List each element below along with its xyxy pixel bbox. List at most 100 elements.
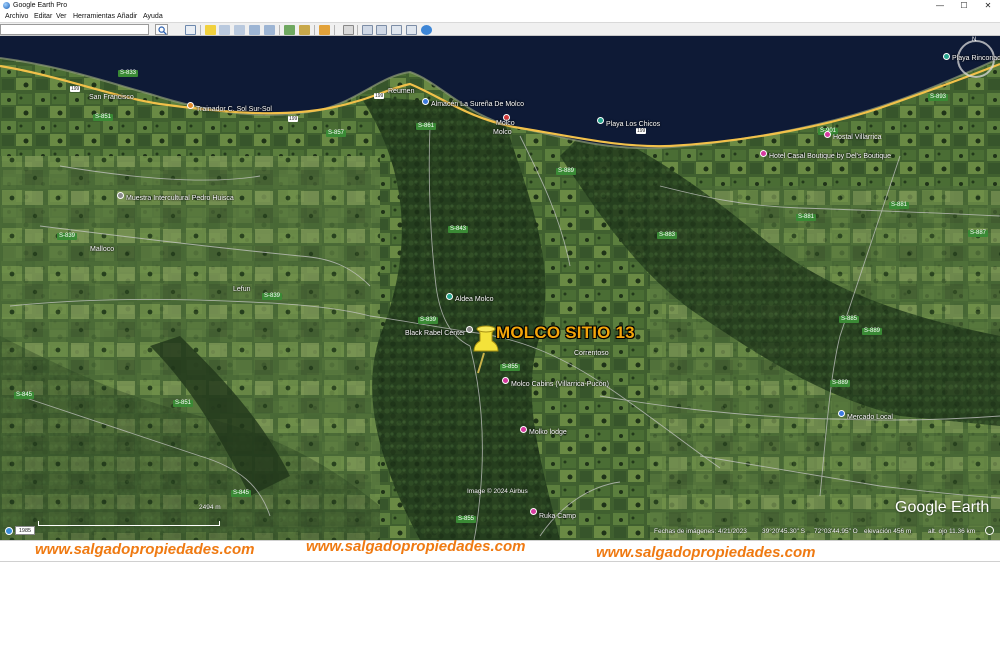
map-label-hotel: Hotel Casal Boutique by Del's Boutique (769, 153, 891, 160)
map-label-ruka-camp: Ruka Camp (539, 513, 576, 520)
minimize-button[interactable]: — (928, 0, 952, 11)
road-badge: S-839 (262, 293, 283, 300)
road-badge: S-893 (928, 94, 949, 101)
watermark-text: www.salgadopropiedades.com (306, 538, 526, 555)
planet-icon[interactable] (319, 25, 330, 35)
museum-pin-icon[interactable] (117, 192, 124, 199)
road-badge: S-889 (556, 168, 577, 175)
imagery-copyright: Image © 2024 Airbus (467, 488, 528, 495)
map-label-aldea-molco: Aldea Molco (455, 296, 494, 303)
google-earth-app-icon (3, 2, 10, 9)
map-label-reumen: Reumen (388, 88, 415, 95)
road-badge: S-839 (57, 233, 78, 240)
road-badge: S-845 (231, 490, 252, 497)
road-badge: S-851 (173, 400, 194, 407)
menu-herramientas[interactable]: Herramientas (73, 12, 115, 21)
sun-icon[interactable] (299, 25, 310, 35)
map-label-lefun: Lefun (233, 286, 251, 293)
map-label-muestra: Muestra Intercultural Pedro Huisca (126, 195, 234, 202)
road-badge: S-885 (839, 316, 860, 323)
hotel-pin-icon[interactable] (502, 377, 509, 384)
watermark-text: www.salgadopropiedades.com (596, 544, 816, 561)
beach-pin-icon[interactable] (943, 53, 950, 60)
shop-pin-icon[interactable] (838, 410, 845, 417)
historical-imagery-icon[interactable] (284, 25, 295, 35)
menu-archivo[interactable]: Archivo (5, 12, 28, 21)
toolbar-separator (357, 25, 358, 35)
map-label-almacen: Almacén La Sureña De Molco (431, 101, 524, 108)
menu-ayuda[interactable]: Ayuda (143, 12, 163, 21)
toolbar-separator (334, 25, 335, 35)
shop-pin-icon[interactable] (422, 98, 429, 105)
search-input[interactable] (0, 24, 149, 35)
placemark-icon[interactable] (205, 25, 216, 35)
restaurant-pin-icon[interactable] (187, 102, 194, 109)
window-title: Google Earth Pro (13, 2, 68, 9)
highway-badge: 199 (374, 93, 385, 99)
map-label-molco-road: Molco (496, 120, 515, 127)
imagery-year-slider[interactable]: 1985 (15, 526, 35, 535)
highway-badge: 199 (70, 86, 81, 92)
google-earth-logo: Google Earth (895, 499, 990, 516)
elevation-readout: elevación 456 m (864, 528, 912, 535)
map-label-molko-lodge: Molko lodge (529, 429, 567, 436)
hotel-pin-icon[interactable] (530, 508, 537, 515)
road-badge: S-881 (889, 202, 910, 209)
historical-imagery-clock-icon[interactable] (5, 527, 13, 535)
map-label-mercado: Mercado Local (847, 414, 893, 421)
map-label-playa-rinconada: Playa Rinconada (952, 55, 1000, 62)
road-badge: S-855 (500, 364, 521, 371)
map-label-trainador: Trainador C. Sol Sur-Sol (196, 106, 272, 113)
map-label-correntoso: Correntoso (574, 350, 609, 357)
satellite-terrain (0, 36, 1000, 540)
sidebar-toggle-icon[interactable] (185, 25, 196, 35)
road-badge: S-889 (862, 328, 883, 335)
longitude-readout: 72°03'44.95" O (814, 528, 858, 535)
menu-anadir[interactable]: Añadir (117, 12, 137, 21)
save-image-icon[interactable] (391, 25, 402, 35)
beach-pin-icon[interactable] (597, 117, 604, 124)
close-button[interactable]: ✕ (976, 0, 1000, 11)
maximize-button[interactable]: ☐ (952, 0, 976, 11)
road-badge: S-843 (448, 226, 469, 233)
path-icon[interactable] (234, 25, 245, 35)
watermark-strip: www.salgadopropiedades.com www.salgadopr… (0, 538, 1000, 562)
streaming-globe-icon (985, 526, 994, 535)
map-view[interactable]: N 199 199 199 199 S-833 S-851 S-857 S-83… (0, 36, 1000, 540)
polygon-icon[interactable] (219, 25, 230, 35)
hotel-pin-icon[interactable] (824, 131, 831, 138)
road-badge: S-883 (657, 232, 678, 239)
eye-altitude-readout: alt. ojo 11.36 km (928, 528, 976, 535)
ruler-icon[interactable] (343, 25, 354, 35)
menu-ver[interactable]: Ver (56, 12, 67, 21)
road-badge: S-861 (416, 123, 437, 130)
toolbar-separator (314, 25, 315, 35)
toolbar (0, 22, 1000, 36)
toolbar-separator (279, 25, 280, 35)
road-badge: S-857 (326, 130, 347, 137)
map-view-icon[interactable] (406, 25, 417, 35)
search-button[interactable] (155, 24, 168, 35)
search-icon (158, 26, 167, 35)
menu-editar[interactable]: Editar (34, 12, 52, 21)
road-badge: S-851 (93, 114, 114, 121)
google-earth-window: Google Earth Pro — ☐ ✕ Archivo Editar Ve… (0, 0, 1000, 670)
image-overlay-icon[interactable] (249, 25, 260, 35)
hotel-pin-icon[interactable] (760, 150, 767, 157)
hotel-pin-icon[interactable] (520, 426, 527, 433)
email-icon[interactable] (362, 25, 373, 35)
map-label-molco-cabins: Molco Cabins (Villarrica-Pucón) (511, 381, 609, 388)
title-bar: Google Earth Pro — ☐ ✕ (0, 0, 1000, 11)
print-icon[interactable] (376, 25, 387, 35)
road-badge: S-855 (456, 516, 477, 523)
map-label-molco-town: Molco (493, 129, 512, 136)
park-pin-icon[interactable] (446, 293, 453, 300)
google-maps-icon[interactable] (421, 25, 432, 35)
placemark-title[interactable]: MOLCO SITIO 13 (496, 323, 635, 343)
road-badge: S-839 (418, 317, 439, 324)
map-label-hostal: Hostal Villarrica (833, 134, 882, 141)
record-tour-icon[interactable] (264, 25, 275, 35)
map-label-san-francisco: San Francisco (89, 94, 134, 101)
road-badge: S-845 (14, 392, 35, 399)
latitude-readout: 39°20'45.30" S (762, 528, 806, 535)
